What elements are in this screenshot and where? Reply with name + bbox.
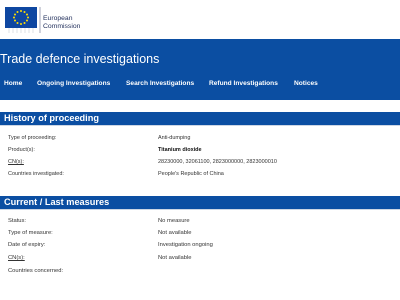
- history-label-cn[interactable]: CN(s):: [8, 159, 24, 165]
- eu-flag-icon: [5, 7, 41, 33]
- current-label-status: Status:: [8, 218, 27, 224]
- current-value-measure-type: Not available: [158, 230, 192, 236]
- logo-text: European Commission: [43, 15, 87, 31]
- logo-text-line2: Commission: [43, 23, 81, 30]
- current-row-measure-type: Type of measure: Not available: [0, 230, 400, 240]
- history-row-product: Product(s): Titanium dioxide: [0, 147, 400, 157]
- current-label-countries: Countries concerned:: [8, 268, 64, 274]
- history-row-cn: CN(s): 28230000, 32061100, 2823000000, 2…: [0, 159, 400, 169]
- logo-text-line1: European: [43, 15, 73, 22]
- main-navigation: Home Ongoing Investigations Search Inves…: [0, 80, 400, 92]
- history-value-countries: People's Republic of China: [158, 171, 224, 177]
- site-title[interactable]: Trade defence investigations: [0, 52, 159, 66]
- current-row-cn: CN(s): Not available: [0, 255, 400, 265]
- nav-item-notices[interactable]: Notices: [294, 80, 318, 87]
- nav-item-search-investigations[interactable]: Search Investigations: [126, 80, 194, 87]
- history-label-countries: Countries investigated:: [8, 171, 64, 177]
- current-label-measure-type: Type of measure:: [8, 230, 53, 236]
- current-value-status: No measure: [158, 218, 190, 224]
- current-label-expiry: Date of expiry:: [8, 242, 46, 248]
- history-section-title: History of proceeding: [4, 113, 99, 123]
- history-value-cn: 28230000, 32061100, 2823000000, 28230000…: [158, 159, 277, 165]
- nav-item-ongoing-investigations[interactable]: Ongoing Investigations: [37, 80, 110, 87]
- nav-item-refund-investigations[interactable]: Refund Investigations: [209, 80, 278, 87]
- current-row-expiry: Date of expiry: Investigation ongoing: [0, 242, 400, 252]
- current-label-cn[interactable]: CN(s):: [8, 255, 25, 261]
- top-bar: European Commission: [0, 0, 400, 39]
- current-value-cn: Not available: [158, 255, 192, 261]
- current-measures-divider: [0, 209, 400, 210]
- nav-item-home[interactable]: Home: [4, 80, 22, 87]
- current-measures-section-title: Current / Last measures: [4, 197, 110, 207]
- history-row-type: Type of proceeding: Anti-dumping: [0, 135, 400, 145]
- european-commission-logo[interactable]: European Commission: [0, 6, 84, 34]
- current-row-countries: Countries concerned:: [0, 268, 400, 278]
- history-label-type: Type of proceeding:: [8, 135, 57, 141]
- history-label-product: Product(s):: [8, 147, 35, 153]
- current-row-status: Status: No measure: [0, 218, 400, 228]
- history-row-countries: Countries investigated: People's Republi…: [0, 171, 400, 181]
- history-value-type: Anti-dumping: [158, 135, 191, 141]
- history-divider: [0, 125, 400, 126]
- history-section-header: History of proceeding: [0, 112, 400, 125]
- current-measures-section-header: Current / Last measures: [0, 196, 400, 209]
- current-value-expiry: Investigation ongoing: [158, 242, 213, 248]
- history-value-product: Titanium dioxide: [158, 147, 202, 153]
